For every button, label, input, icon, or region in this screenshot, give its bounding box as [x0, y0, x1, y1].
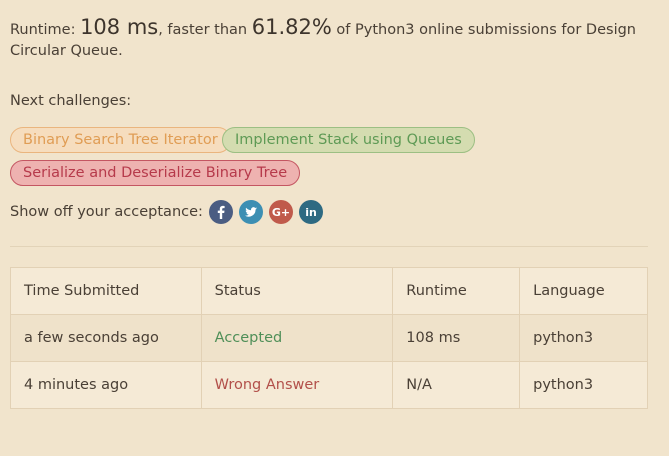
google-plus-icon[interactable]: G+	[269, 200, 293, 224]
facebook-icon[interactable]	[209, 200, 233, 224]
twitter-icon[interactable]	[239, 200, 263, 224]
facebook-glyph	[217, 205, 225, 219]
challenge-link-serialize-binary-tree[interactable]: Serialize and Deserialize Binary Tree	[10, 160, 301, 186]
status-link-accepted[interactable]: Accepted	[215, 330, 283, 346]
cell-time: 4 minutes ago	[10, 361, 202, 409]
challenge-link-bst-iterator[interactable]: Binary Search Tree Iterator	[10, 127, 231, 153]
header-runtime[interactable]: Runtime	[392, 267, 521, 315]
cell-runtime: 108 ms	[392, 314, 521, 362]
share-label: Show off your acceptance:	[10, 204, 203, 220]
table-header-row: Time Submitted Status Runtime Language	[10, 267, 648, 315]
percentile-value: 61.82%	[251, 15, 332, 39]
cell-language: python3	[519, 314, 648, 362]
table-row: a few seconds ago Accepted 108 ms python…	[10, 314, 648, 362]
cell-runtime: N/A	[392, 361, 521, 409]
linkedin-glyph: in	[305, 205, 317, 219]
twitter-glyph	[245, 207, 257, 217]
cell-status: Wrong Answer	[200, 361, 394, 409]
table-row: 4 minutes ago Wrong Answer N/A python3	[10, 361, 648, 409]
cell-time: a few seconds ago	[10, 314, 202, 362]
submissions-table: Time Submitted Status Runtime Language a…	[10, 267, 648, 409]
header-status[interactable]: Status	[200, 267, 394, 315]
submission-result-page: Runtime: 108 ms, faster than 61.82% of P…	[0, 0, 669, 456]
status-link-wrong-answer[interactable]: Wrong Answer	[215, 377, 320, 393]
runtime-value: 108 ms	[80, 15, 159, 39]
header-time-submitted[interactable]: Time Submitted	[10, 267, 202, 315]
next-challenges-label: Next challenges:	[10, 93, 132, 109]
runtime-summary: Runtime: 108 ms, faster than 61.82% of P…	[10, 17, 650, 62]
runtime-prefix: Runtime:	[10, 22, 81, 38]
google-plus-glyph: G+	[271, 205, 291, 219]
challenge-link-stack-using-queues[interactable]: Implement Stack using Queues	[222, 127, 475, 153]
cell-status: Accepted	[200, 314, 394, 362]
section-divider	[10, 246, 648, 247]
faster-than-text: , faster than	[158, 22, 252, 38]
header-language[interactable]: Language	[519, 267, 648, 315]
cell-language: python3	[519, 361, 648, 409]
linkedin-icon[interactable]: in	[299, 200, 323, 224]
